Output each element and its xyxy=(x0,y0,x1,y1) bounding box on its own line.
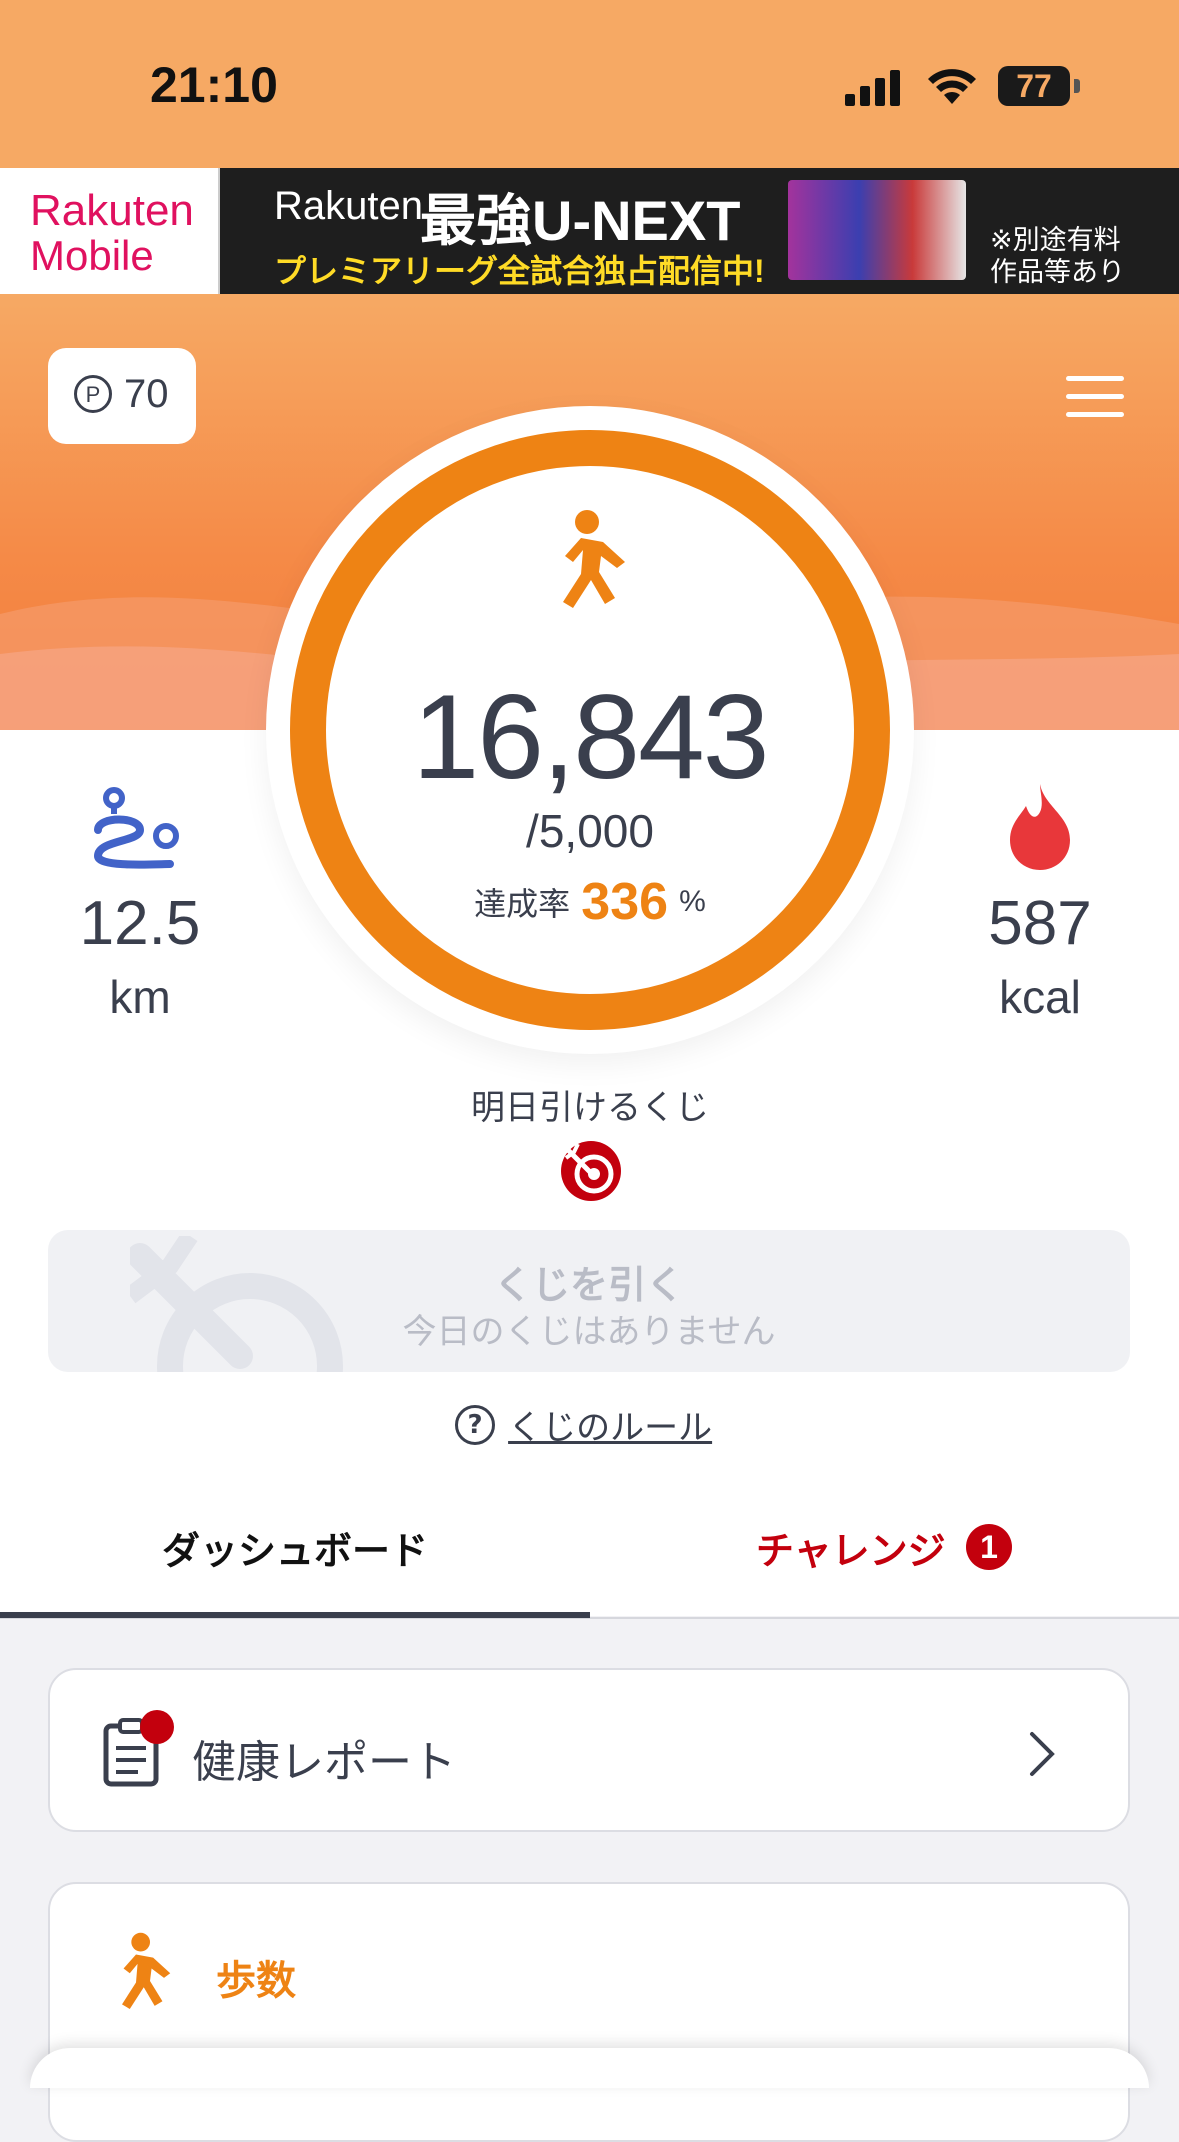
tab-dashboard-label: ダッシュボード xyxy=(161,1529,428,1573)
step-goal: /5,000 xyxy=(526,805,654,857)
walking-person-icon xyxy=(122,1932,171,2009)
no-lottery-message: 今日のくじはありません xyxy=(402,1312,776,1352)
wifi-icon xyxy=(928,69,976,104)
hamburger-menu-icon[interactable] xyxy=(1066,376,1124,418)
points-icon: P xyxy=(74,375,112,413)
ad-logo-text: Mobile xyxy=(30,232,154,279)
notification-badge: 1 xyxy=(966,1524,1012,1570)
active-tab-indicator xyxy=(0,1612,590,1618)
help-icon: ? xyxy=(455,1404,495,1445)
calories-value: 587 xyxy=(988,889,1092,958)
unread-dot xyxy=(140,1710,174,1744)
points-value: 70 xyxy=(124,372,169,416)
status-time: 21:10 xyxy=(150,57,278,113)
calories-unit: kcal xyxy=(999,971,1081,1023)
distance-unit: km xyxy=(109,971,171,1023)
steps-card-title: 歩数 xyxy=(216,1958,296,2004)
walking-person-icon xyxy=(563,510,625,608)
draw-lottery-label: くじを引く xyxy=(493,1263,684,1307)
route-distance-icon xyxy=(93,787,179,869)
achievement-rate-unit: % xyxy=(679,885,706,918)
tab-challenge-label: チャレンジ xyxy=(756,1529,946,1573)
lottery-rules-text: くじのルール xyxy=(508,1408,713,1448)
points-badge[interactable] xyxy=(48,348,196,444)
achievement-rate-label: 達成率 xyxy=(474,885,571,923)
chevron-right-icon xyxy=(1030,1732,1055,1776)
ad-subheadline: プレミアリーグ全試合独占配信中! xyxy=(274,253,765,289)
flame-icon xyxy=(1010,784,1070,870)
battery-tip xyxy=(1074,79,1080,93)
ad-logo-text: Rakuten xyxy=(30,186,194,235)
bottom-sheet-handle xyxy=(30,2048,1149,2088)
lottery-target-icon xyxy=(561,1141,621,1201)
steps-card[interactable] xyxy=(48,1882,1130,2142)
step-count: 16,843 xyxy=(412,670,769,804)
achievement-rate-value: 336 xyxy=(581,873,669,931)
ad-brand: Rakuten xyxy=(274,184,423,228)
health-report-label: 健康レポート xyxy=(192,1737,456,1788)
achievement-rate: 達成率 336 % xyxy=(340,872,840,932)
lottery-rules-link[interactable]: ? くじのルール xyxy=(455,1400,712,1449)
battery-icon: 77 xyxy=(998,66,1070,106)
ad-photo xyxy=(788,180,966,280)
ad-note: 作品等あり xyxy=(990,257,1125,288)
distance-value: 12.5 xyxy=(79,889,201,958)
cellular-signal-icon xyxy=(845,70,900,106)
lottery-title: 明日引けるくじ xyxy=(471,1088,709,1128)
ad-headline: 最強U-NEXT xyxy=(420,189,741,252)
